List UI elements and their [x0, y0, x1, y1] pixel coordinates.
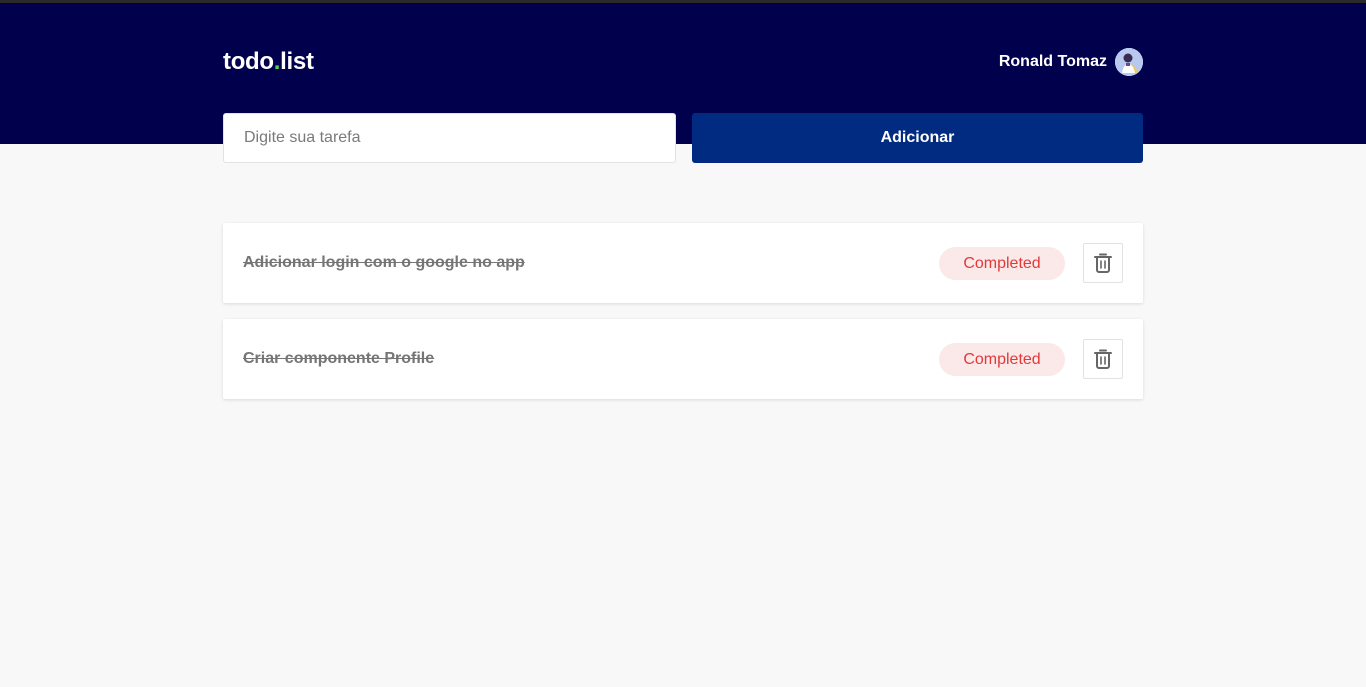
add-task-button[interactable]: Adicionar — [692, 113, 1143, 163]
delete-task-button[interactable] — [1083, 243, 1123, 283]
status-badge: Completed — [939, 343, 1065, 376]
task-item: Adicionar login com o google no app Comp… — [223, 223, 1143, 303]
task-title: Adicionar login com o google no app — [243, 254, 525, 271]
task-input[interactable] — [223, 113, 676, 163]
trash-icon — [1094, 349, 1112, 369]
logo-text-list: list — [280, 48, 314, 75]
avatar[interactable] — [1115, 48, 1143, 76]
avatar-image — [1115, 48, 1143, 76]
task-item: Criar componente Profile Completed — [223, 319, 1143, 399]
app-header: todo.list Ronald Tomaz — [0, 3, 1366, 144]
logo-text-todo: todo — [223, 48, 274, 75]
user-profile[interactable]: Ronald Tomaz — [999, 48, 1143, 76]
trash-icon — [1094, 253, 1112, 273]
status-badge: Completed — [939, 247, 1065, 280]
app-logo: todo.list — [223, 47, 314, 77]
task-list: Adicionar login com o google no app Comp… — [223, 223, 1143, 415]
user-name: Ronald Tomaz — [998, 53, 1107, 70]
delete-task-button[interactable] — [1083, 339, 1123, 379]
task-title: Criar componente Profile — [243, 350, 435, 367]
